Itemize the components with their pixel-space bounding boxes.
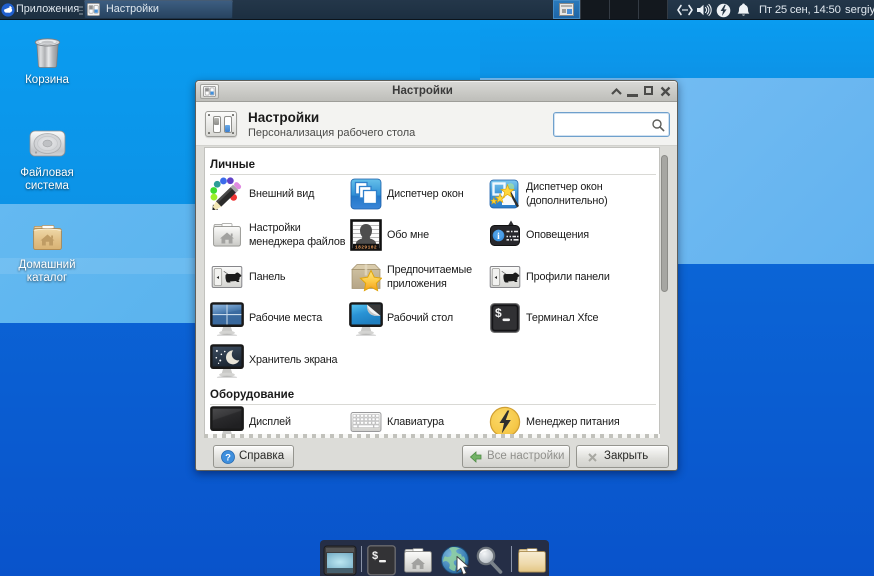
svg-text:?: ? bbox=[225, 453, 231, 464]
svg-text:i: i bbox=[497, 232, 500, 242]
svg-text:$: $ bbox=[495, 306, 502, 320]
svg-text:$: $ bbox=[372, 550, 378, 562]
svg-text:1829102: 1829102 bbox=[355, 244, 377, 250]
